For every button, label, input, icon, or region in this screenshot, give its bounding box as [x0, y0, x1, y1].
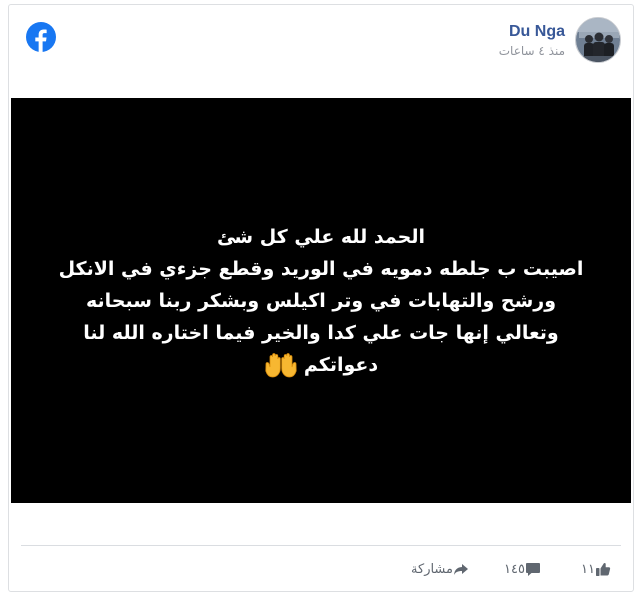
post-timestamp[interactable]: منذ ٤ ساعات	[499, 44, 565, 58]
post-image[interactable]: الحمد لله علي كل شئ اصيبت ب جلطه دمويه ف…	[11, 98, 631, 503]
author-name[interactable]: Du Nga	[499, 23, 565, 41]
post-author-header: Du Nga منذ ٤ ساعات	[499, 17, 621, 63]
comment-icon	[526, 563, 540, 576]
footer-divider	[21, 545, 621, 546]
avatar[interactable]	[575, 17, 621, 63]
thumbs-up-icon	[596, 563, 611, 576]
post-text-line: دعواتكم	[303, 353, 379, 376]
likes-count-label: ١١	[581, 561, 595, 577]
likes-count[interactable]: ١١	[581, 561, 617, 577]
share-label: مشاركة	[411, 561, 453, 577]
post-text-line: وتعالي إنها جات علي كدا والخير فيما اختا…	[83, 321, 559, 344]
post-card: Du Nga منذ ٤ ساعات الحمد لله علي كل شئ ا…	[8, 4, 634, 592]
post-text: الحمد لله علي كل شئ اصيبت ب جلطه دمويه ف…	[58, 221, 584, 381]
post-text-last-line: دعواتكم	[59, 349, 584, 381]
post-text-line: ورشح والتهابات في وتر اكيلس وبشكر ربنا س…	[85, 289, 557, 312]
raised-hands-icon	[265, 352, 297, 377]
post-text-line: الحمد لله علي كل شئ	[217, 225, 425, 248]
facebook-logo-icon[interactable]	[26, 22, 56, 52]
avatar-image	[576, 18, 620, 62]
comments-count-label: ١٤٥	[504, 561, 525, 577]
share-arrow-icon	[454, 564, 468, 575]
comments-count[interactable]: ١٤٥	[504, 561, 547, 577]
post-text-line: اصيبت ب جلطه دمويه في الوريد وقطع جزءي ف…	[58, 257, 584, 280]
share-button[interactable]: مشاركة	[411, 561, 475, 577]
author-info: Du Nga منذ ٤ ساعات	[499, 23, 565, 58]
post-footer: ١١ ١٤٥ مشاركة	[9, 561, 633, 583]
